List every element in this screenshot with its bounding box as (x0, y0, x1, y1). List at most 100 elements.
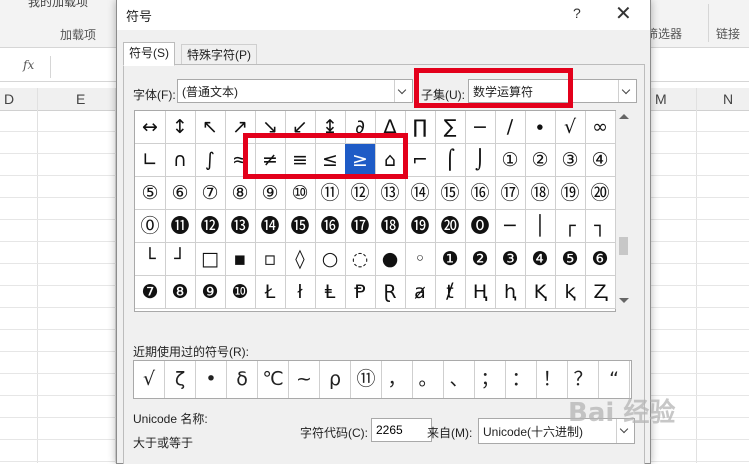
symbol-cell[interactable]: − (465, 111, 496, 144)
symbol-cell[interactable]: ⓫ (165, 210, 196, 243)
symbol-cell[interactable]: │ (525, 210, 556, 243)
symbol-cell[interactable]: ⑫ (345, 177, 376, 210)
recent-symbol-cell[interactable]: ℃ (258, 361, 289, 398)
symbol-cell[interactable]: Ᵽ (345, 276, 376, 309)
recent-symbol-cell[interactable]: √ (134, 361, 165, 398)
symbol-cell[interactable]: ⑪ (315, 177, 346, 210)
symbol-cell[interactable]: Ⱬ (585, 276, 616, 309)
symbol-cell[interactable]: ⓳ (405, 210, 436, 243)
symbol-cell[interactable]: ① (495, 144, 526, 177)
symbol-cell[interactable]: ⓮ (255, 210, 286, 243)
symbol-cell[interactable]: Ⱨ (465, 276, 496, 309)
fx-icon[interactable]: fx (23, 58, 34, 72)
recent-symbol-cell[interactable]: ， (382, 361, 413, 398)
symbol-cell[interactable]: ▫ (255, 243, 286, 276)
symbol-cell[interactable]: ◊ (285, 243, 316, 276)
symbol-cell[interactable]: ∑ (435, 111, 466, 144)
symbol-cell[interactable]: Ɽ (375, 276, 406, 309)
symbol-cell[interactable]: ⑳ (585, 177, 616, 210)
symbol-cell[interactable]: ⓭ (225, 210, 256, 243)
symbol-cell[interactable]: ⑬ (375, 177, 406, 210)
symbol-cell[interactable]: ∟ (135, 144, 166, 177)
symbol-cell[interactable]: ❺ (555, 243, 586, 276)
symbol-cell[interactable]: ❸ (495, 243, 526, 276)
symbol-cell[interactable]: Ⱡ (315, 276, 346, 309)
symbol-cell[interactable]: ❾ (195, 276, 226, 309)
symbol-cell[interactable]: ⑮ (435, 177, 466, 210)
symbol-cell[interactable]: ↔ (135, 111, 166, 144)
chevron-down-icon[interactable] (394, 80, 412, 102)
symbol-cell[interactable]: Ł (255, 276, 286, 309)
recent-symbol-cell[interactable]: ⑪ (351, 361, 382, 398)
symbol-cell[interactable]: ④ (585, 144, 616, 177)
symbol-cell[interactable]: ③ (555, 144, 586, 177)
column-header-d[interactable]: D (4, 91, 14, 107)
symbol-cell[interactable]: ❽ (165, 276, 196, 309)
symbol-cell[interactable]: ● (375, 243, 406, 276)
dialog-titlebar[interactable]: 符号 ? ✕ (117, 0, 650, 30)
recent-symbol-cell[interactable]: ； (475, 361, 506, 398)
symbol-cell[interactable]: ┘ (165, 243, 196, 276)
recent-symbol-cell[interactable]: ρ (320, 361, 351, 398)
symbol-cell[interactable]: ⑥ (165, 177, 196, 210)
recent-symbol-cell[interactable]: 、 (444, 361, 475, 398)
symbol-cell[interactable]: ⑧ (225, 177, 256, 210)
symbol-cell[interactable]: ⑤ (135, 177, 166, 210)
symbol-cell[interactable]: ⑦ (195, 177, 226, 210)
scroll-thumb[interactable] (619, 237, 628, 255)
symbol-cell[interactable]: ⓱ (345, 210, 376, 243)
symbol-cell[interactable]: ⑯ (465, 177, 496, 210)
symbol-cell[interactable]: ↖ (195, 111, 226, 144)
symbol-cell[interactable]: ⓰ (315, 210, 346, 243)
recent-symbol-cell[interactable]: 。 (413, 361, 444, 398)
symbol-cell[interactable]: √ (555, 111, 586, 144)
link-button[interactable]: 链接 (716, 25, 740, 42)
symbol-cell[interactable]: ⑱ (525, 177, 556, 210)
symbol-cell[interactable]: ⓿ (465, 210, 496, 243)
scroll-down-icon[interactable] (619, 298, 629, 303)
help-button[interactable]: ? (573, 5, 581, 21)
symbol-cell[interactable]: ⱨ (495, 276, 526, 309)
symbol-cell[interactable]: ⱥ (405, 276, 436, 309)
symbol-cell[interactable]: ∩ (165, 144, 196, 177)
symbol-cell[interactable]: ─ (495, 210, 526, 243)
my-addins-button[interactable]: 我的加载项 (28, 0, 88, 10)
symbol-cell[interactable]: ⓴ (435, 210, 466, 243)
symbol-cell[interactable]: ❿ (225, 276, 256, 309)
recent-symbol-cell[interactable]: ζ (165, 361, 196, 398)
symbol-cell[interactable]: ⓯ (285, 210, 316, 243)
symbol-cell[interactable]: ⱪ (555, 276, 586, 309)
symbol-cell[interactable]: ↕ (165, 111, 196, 144)
symbol-cell[interactable]: ⌡ (465, 144, 496, 177)
column-header-n[interactable]: N (723, 91, 733, 107)
symbol-cell[interactable]: ⑩ (285, 177, 316, 210)
symbol-cell[interactable]: ② (525, 144, 556, 177)
symbol-cell[interactable]: ⱦ (435, 276, 466, 309)
symbol-cell[interactable]: ⑨ (255, 177, 286, 210)
chevron-down-icon[interactable] (618, 80, 636, 102)
symbol-grid-scrollbar[interactable] (616, 110, 631, 310)
recent-symbol-cell[interactable]: δ (227, 361, 258, 398)
symbol-cell[interactable]: ❶ (435, 243, 466, 276)
symbol-cell[interactable]: ⑰ (495, 177, 526, 210)
symbol-cell[interactable]: ▪ (225, 243, 256, 276)
tab-symbols[interactable]: 符号(S) (123, 42, 175, 66)
symbol-cell[interactable]: ł (285, 276, 316, 309)
symbol-cell[interactable]: └ (135, 243, 166, 276)
symbol-cell[interactable]: ⓪ (135, 210, 166, 243)
symbol-cell[interactable]: ∙ (525, 111, 556, 144)
symbol-cell[interactable]: ❻ (585, 243, 616, 276)
symbol-cell[interactable]: ∏ (405, 111, 436, 144)
symbol-cell[interactable]: ⑲ (555, 177, 586, 210)
symbol-cell[interactable]: ❼ (135, 276, 166, 309)
scroll-up-icon[interactable] (619, 114, 629, 119)
symbol-cell[interactable]: ❷ (465, 243, 496, 276)
symbol-cell[interactable]: ┐ (585, 210, 616, 243)
symbol-cell[interactable]: ∞ (585, 111, 616, 144)
symbol-cell[interactable]: ◌ (345, 243, 376, 276)
recent-symbol-cell[interactable]: • (196, 361, 227, 398)
symbol-cell[interactable]: ∕ (495, 111, 526, 144)
symbol-cell[interactable]: ⓬ (195, 210, 226, 243)
symbol-cell[interactable]: ⓲ (375, 210, 406, 243)
column-header-e[interactable]: E (76, 91, 85, 107)
